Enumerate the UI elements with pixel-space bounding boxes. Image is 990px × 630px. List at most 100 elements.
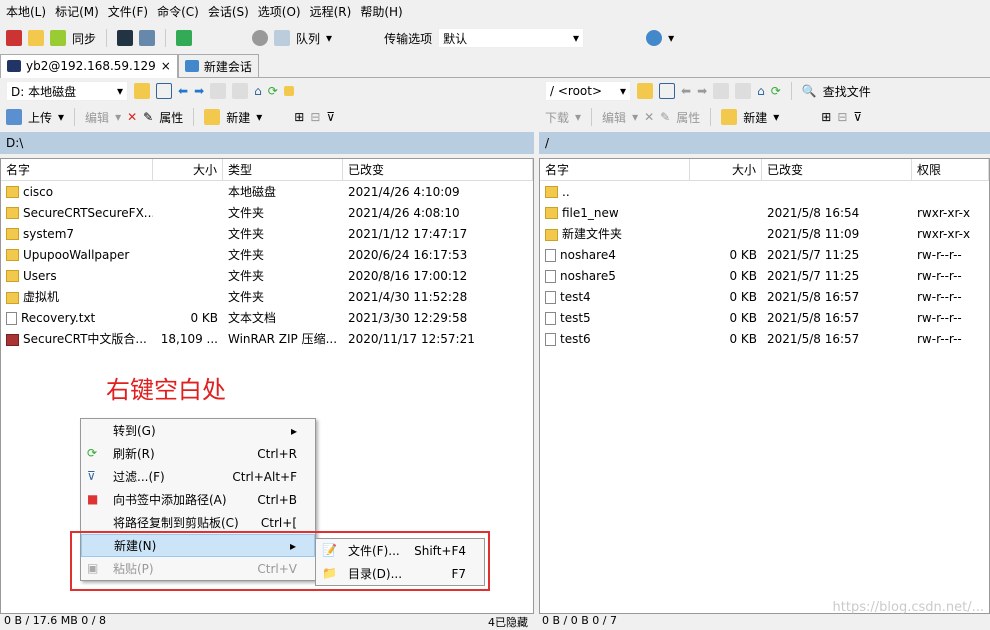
find-files-button[interactable]: 查找文件 [823,83,871,100]
table-row[interactable]: SecureCRTSecureFX... 文件夹 2021/4/26 4:08:10 [1,202,533,223]
properties-button[interactable]: 属性 [676,109,700,126]
menu-file[interactable]: 文件(F) [108,3,148,20]
menu-mark[interactable]: 标记(M) [55,3,99,20]
menu-command[interactable]: 命令(C) [157,3,199,20]
home-icon[interactable]: ⌂ [757,84,765,98]
select-all-icon[interactable]: ⊞ [294,110,304,124]
menu-session[interactable]: 会话(S) [208,3,249,20]
root-dir-icon[interactable] [232,83,249,99]
remote-path-select[interactable]: / <root> ▾ [545,81,631,101]
tab-new-session[interactable]: 新建会话 [177,53,259,78]
menu-remote[interactable]: 远程(R) [310,3,352,20]
invert-selection-icon[interactable]: ⊽ [853,110,862,124]
folder-icon [545,207,558,219]
search-icon: 🔍 [801,84,817,98]
root-dir-icon[interactable] [735,83,752,99]
table-row[interactable]: 新建文件夹 2021/5/8 11:09 rwxr-xr-x [540,223,989,244]
table-row[interactable]: test4 0 KB 2021/5/8 16:57 rw-r--r-- [540,286,989,307]
col-type[interactable]: 类型 [223,159,343,180]
delete-icon[interactable]: ✕ [644,110,654,124]
forward-icon[interactable]: ➡ [697,84,707,98]
sync-button[interactable]: 同步 [72,30,96,47]
open-folder-icon[interactable] [134,83,150,99]
putty-icon[interactable] [139,30,156,46]
table-row[interactable]: test6 0 KB 2021/5/8 16:57 rw-r--r-- [540,328,989,349]
table-row[interactable]: file1_new 2021/5/8 16:54 rwxr-xr-x [540,202,989,223]
highlight-box [70,531,490,591]
filter-icon: ⊽ [87,469,96,483]
back-icon[interactable]: ⬅ [178,84,188,98]
refresh-session-icon[interactable] [176,30,193,46]
queue-icon[interactable] [274,30,291,46]
menu-local[interactable]: 本地(L) [6,3,46,20]
table-row[interactable]: noshare4 0 KB 2021/5/7 11:25 rw-r--r-- [540,244,989,265]
tree-icon[interactable] [283,86,294,96]
transfer-options-select[interactable]: 默认 ▾ [438,28,585,48]
col-size[interactable]: 大小 [690,159,762,180]
menu-item[interactable]: ⟳ 刷新(R) Ctrl+R [81,442,315,465]
menu-item[interactable]: ⊽ 过滤...(F) Ctrl+Alt+F [81,465,315,488]
globe-icon[interactable] [646,30,663,46]
table-row[interactable]: 虚拟机 文件夹 2021/4/30 11:52:28 [1,286,533,307]
edit-button[interactable]: 编辑 [85,109,109,126]
table-row[interactable]: .. [540,181,989,202]
col-name[interactable]: 名字 [540,159,690,180]
menu-help[interactable]: 帮助(H) [360,3,402,20]
new-button[interactable]: 新建 [743,109,767,126]
filter-icon[interactable] [659,83,675,99]
new-button[interactable]: 新建 [226,109,250,126]
filter-icon[interactable] [156,83,172,99]
back-icon[interactable]: ⬅ [681,84,691,98]
open-folder-icon[interactable] [637,83,653,99]
compare-icon[interactable] [6,30,22,46]
table-row[interactable]: Recovery.txt 0 KB 文本文档 2021/3/30 12:29:58 [1,307,533,328]
queue-button[interactable]: 队列 [296,30,320,47]
invert-selection-icon[interactable]: ⊽ [326,110,335,124]
col-name[interactable]: 名字 [1,159,153,180]
parent-dir-icon[interactable] [210,83,227,99]
deselect-icon[interactable]: ⊟ [837,110,847,124]
deselect-icon[interactable]: ⊟ [310,110,320,124]
col-modified[interactable]: 已改变 [762,159,912,180]
table-row[interactable]: test5 0 KB 2021/5/8 16:57 rw-r--r-- [540,307,989,328]
gear-icon[interactable] [252,30,269,46]
folder-icon [6,270,19,282]
drive-select[interactable]: D: 本地磁盘 ▾ [6,81,128,101]
menu-item[interactable]: 转到(G) ▸ [81,419,315,442]
synchronize-icon[interactable] [28,30,44,46]
parent-dir-icon[interactable] [713,83,730,99]
table-row[interactable]: Users 文件夹 2020/8/16 17:00:12 [1,265,533,286]
download-button[interactable]: 下载 [545,109,569,126]
remote-file-list[interactable]: 名字 大小 已改变 权限 .. file1_new 2021/5/8 16:54 rw… [539,158,990,614]
select-all-icon[interactable]: ⊞ [821,110,831,124]
upload-button[interactable]: 上传 [28,109,52,126]
refresh-icon[interactable]: ⟳ [771,84,781,98]
new-session-icon [184,60,199,72]
menu-item[interactable]: ■ 向书签中添加路径(A) Ctrl+B [81,488,315,511]
tab-session[interactable]: yb2@192.168.59.129 × [0,53,178,78]
remote-path[interactable]: / [539,132,990,154]
edit-button[interactable]: 编辑 [602,109,626,126]
local-path[interactable]: D:\ [0,132,534,154]
table-row[interactable]: UpupooWallpaper 文件夹 2020/6/24 16:17:53 [1,244,533,265]
rename-icon[interactable]: ✎ [660,110,670,124]
properties-button[interactable]: 属性 [159,109,183,126]
delete-icon[interactable]: ✕ [127,110,137,124]
table-row[interactable]: noshare5 0 KB 2021/5/7 11:25 rw-r--r-- [540,265,989,286]
col-size[interactable]: 大小 [153,159,223,180]
monitor-icon [7,60,21,72]
table-row[interactable]: cisco 本地磁盘 2021/4/26 4:10:09 [1,181,533,202]
refresh-icon[interactable]: ⟳ [268,84,278,98]
menu-options[interactable]: 选项(O) [258,3,301,20]
forward-icon[interactable]: ➡ [194,84,204,98]
rename-icon[interactable]: ✎ [143,110,153,124]
col-modified[interactable]: 已改变 [343,159,533,180]
col-permissions[interactable]: 权限 [912,159,989,180]
home-icon[interactable]: ⌂ [254,84,262,98]
close-icon[interactable]: × [161,59,171,73]
table-row[interactable]: SecureCRT中文版合... 18,109 ... WinRAR ZIP 压缩.… [1,328,533,349]
terminal-icon[interactable] [117,30,134,46]
sync-icon[interactable] [50,30,66,46]
refresh-icon: ⟳ [87,446,98,460]
table-row[interactable]: system7 文件夹 2021/1/12 17:47:17 [1,223,533,244]
